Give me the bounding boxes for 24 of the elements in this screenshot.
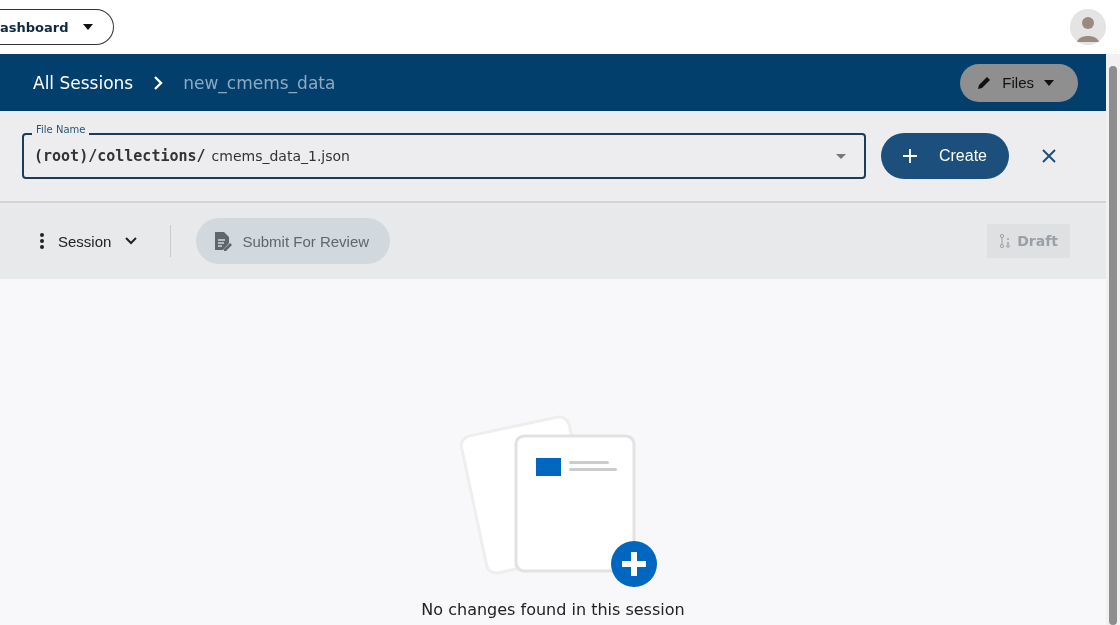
dropdown-caret-icon <box>835 153 846 159</box>
breadcrumb-link[interactable]: new_cmems_data <box>183 72 336 93</box>
avatar-icon <box>1070 9 1106 45</box>
chevron-right-icon <box>153 74 164 91</box>
dashboard-menu[interactable]: ashboard <box>0 9 114 45</box>
branch-icon <box>999 234 1012 248</box>
scrollbar[interactable] <box>1106 54 1120 625</box>
close-icon <box>1042 149 1056 163</box>
file-name-field[interactable]: (root)/collections/ cmems_data_1.json <box>22 133 866 179</box>
empty-message: No changes found in this session <box>421 600 685 619</box>
document-edit-icon <box>214 231 233 251</box>
pencil-icon <box>976 74 993 91</box>
breadcrumb-link[interactable]: All Sessions <box>33 72 134 93</box>
caret-icon <box>82 24 93 30</box>
more-vertical-icon <box>40 233 44 249</box>
files-button[interactable]: Files <box>960 63 1078 102</box>
caret-icon <box>1044 79 1054 86</box>
file-name-input[interactable]: cmems_data_1.json <box>211 148 836 164</box>
create-button[interactable]: Create <box>880 133 1009 179</box>
session-menu[interactable]: Session <box>40 232 138 250</box>
plus-icon <box>902 149 917 163</box>
path-prefix: (root)/collections/ <box>34 147 206 165</box>
field-label: File Name <box>32 124 90 135</box>
chevron-down-icon <box>125 237 138 245</box>
